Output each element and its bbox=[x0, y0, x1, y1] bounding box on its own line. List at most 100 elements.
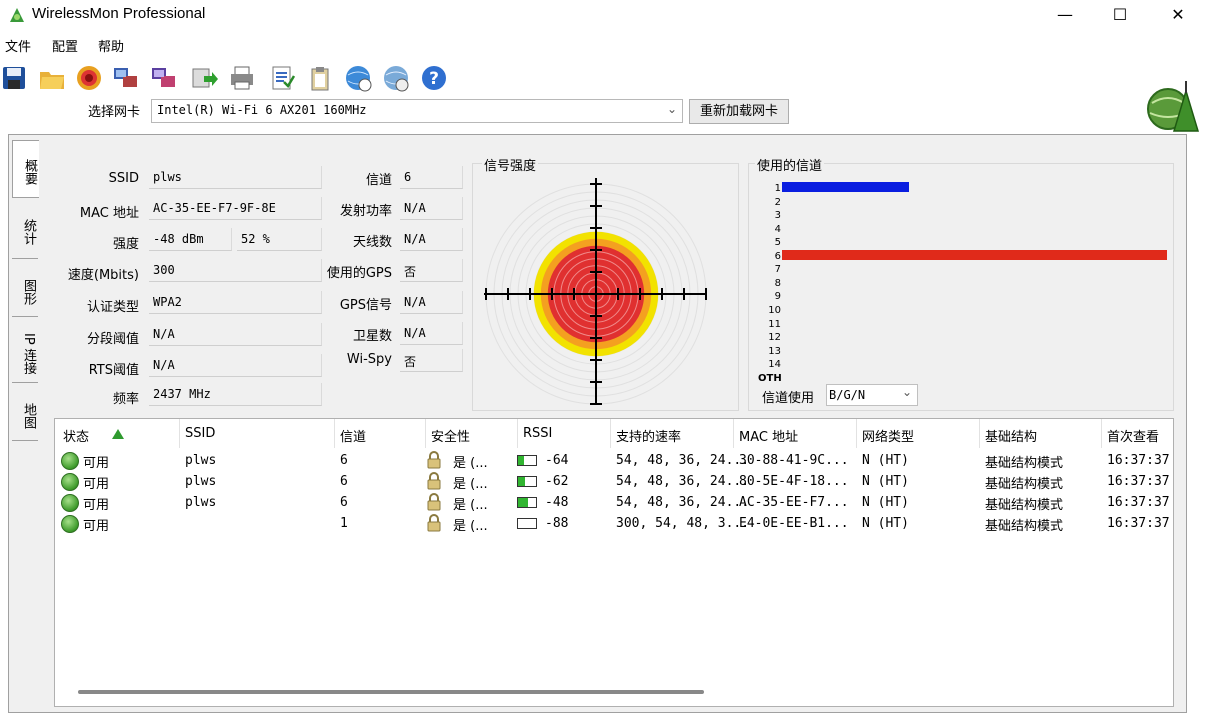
tab-ip-connection[interactable]: IP 连接 bbox=[12, 320, 38, 383]
info-value-text-3: 300 bbox=[153, 263, 175, 277]
column-header-2[interactable]: 信道 bbox=[340, 426, 366, 445]
row-infrastructure: 基础结构模式 bbox=[985, 456, 1064, 471]
column-separator bbox=[425, 419, 426, 448]
network-compare-icon[interactable] bbox=[150, 64, 178, 92]
close-button[interactable]: ✕ bbox=[1155, 0, 1201, 30]
info-right-label-6: Wi-Spy bbox=[346, 352, 392, 367]
clipboard-icon[interactable] bbox=[306, 64, 334, 92]
tab-statistics-label: 统计 bbox=[21, 219, 36, 245]
title-bar: WirelessMon Professional — ☐ ✕ bbox=[0, 0, 1210, 30]
rssi-signal-bar bbox=[517, 518, 537, 529]
column-separator bbox=[733, 419, 734, 448]
menu-config[interactable]: 配置 bbox=[52, 36, 78, 55]
info-right-value-6: 否 bbox=[400, 349, 463, 372]
table-row[interactable]: 可用 plws 6 是 (... -64 54, 48, 36, 24... 30-88-4… bbox=[55, 451, 1173, 471]
status-available-icon bbox=[61, 452, 79, 470]
tab-overview-label: 概要 bbox=[22, 159, 37, 185]
info-label-7: 频率 bbox=[112, 392, 139, 407]
info-right-value-text-1: N/A bbox=[404, 201, 426, 215]
row-channel: 6 bbox=[340, 453, 348, 468]
info-right-value-text-0: 6 bbox=[404, 170, 412, 184]
reload-card-button[interactable]: 重新加载网卡 bbox=[689, 99, 789, 124]
card-select-value: Intel(R) Wi-Fi 6 AX201 160MHz bbox=[157, 103, 367, 117]
tab-map[interactable]: 地图 bbox=[12, 386, 38, 441]
print-icon[interactable] bbox=[228, 64, 256, 92]
channel-label-6: 6 bbox=[774, 250, 781, 262]
menu-help[interactable]: 帮助 bbox=[98, 36, 124, 55]
tab-overview[interactable]: 概要 bbox=[12, 140, 39, 198]
channel-usage-panel bbox=[748, 163, 1174, 411]
minimize-button[interactable]: — bbox=[1042, 0, 1088, 30]
sort-ascending-icon[interactable] bbox=[111, 428, 125, 440]
tab-map-label: 地图 bbox=[21, 403, 36, 429]
save-icon[interactable] bbox=[0, 64, 28, 92]
report-icon[interactable] bbox=[268, 64, 296, 92]
help-icon[interactable]: ? bbox=[420, 64, 448, 92]
column-header-3[interactable]: 安全性 bbox=[431, 426, 470, 445]
column-header-7[interactable]: 网络类型 bbox=[862, 426, 914, 445]
tab-graph[interactable]: 图形 bbox=[12, 262, 38, 317]
row-status: 可用 bbox=[83, 519, 110, 534]
lock-icon bbox=[427, 514, 441, 532]
column-separator bbox=[856, 419, 857, 448]
info-value2-text-2: 52 % bbox=[241, 232, 270, 246]
info-right-label-5: 卫星数 bbox=[352, 329, 392, 344]
lock-icon bbox=[427, 472, 441, 490]
channel-label-12: 12 bbox=[768, 332, 781, 344]
target-icon[interactable] bbox=[75, 64, 103, 92]
table-row[interactable]: 可用 plws 6 是 (... -48 54, 48, 36, 24... AC-35-E… bbox=[55, 493, 1173, 513]
network-adapter-icon[interactable] bbox=[112, 64, 140, 92]
info-right-label-4: GPS信号 bbox=[339, 298, 392, 313]
wirelessmon-logo-icon bbox=[1147, 81, 1200, 132]
menu-file[interactable]: 文件 bbox=[5, 36, 31, 55]
status-available-icon bbox=[61, 494, 79, 512]
card-select-dropdown[interactable]: Intel(R) Wi-Fi 6 AX201 160MHz ⌄ bbox=[151, 99, 683, 123]
info-label-4: 认证类型 bbox=[86, 300, 139, 315]
rssi-signal-bar bbox=[517, 455, 537, 466]
channel-label-OTH: OTH bbox=[758, 372, 782, 384]
channel-label-10: 10 bbox=[768, 304, 781, 316]
column-header-5[interactable]: 支持的速率 bbox=[616, 426, 681, 445]
rssi-signal-fill bbox=[518, 498, 528, 507]
globe-refresh-icon[interactable] bbox=[382, 64, 410, 92]
network-list[interactable]: 状态 SSID 信道 安全性 RSSI 支持的速率 MAC 地址 网络类型 基础结构 首次查看 可… bbox=[54, 418, 1174, 707]
info-value-text-0: plws bbox=[153, 170, 182, 184]
row-rssi: -48 bbox=[545, 495, 569, 510]
horizontal-scrollbar[interactable] bbox=[78, 690, 704, 694]
tab-statistics[interactable]: 统计 bbox=[12, 200, 38, 259]
column-separator bbox=[334, 419, 335, 448]
status-available-icon bbox=[61, 515, 79, 533]
channel-label-1: 1 bbox=[774, 183, 781, 194]
maximize-button[interactable]: ☐ bbox=[1097, 0, 1143, 30]
channel-label-5: 5 bbox=[774, 237, 781, 249]
column-header-6[interactable]: MAC 地址 bbox=[739, 426, 798, 445]
column-header-8[interactable]: 基础结构 bbox=[985, 426, 1037, 445]
column-header-0[interactable]: 状态 bbox=[63, 426, 89, 445]
channel-use-dropdown[interactable]: B/G/N ⌄ bbox=[826, 384, 918, 406]
info-right-value-4: N/A bbox=[400, 291, 463, 314]
info-value-text-5: N/A bbox=[153, 327, 175, 341]
channel-label-2: 2 bbox=[774, 196, 781, 208]
column-header-9[interactable]: 首次查看 bbox=[1107, 426, 1159, 445]
column-header-4[interactable]: RSSI bbox=[523, 426, 552, 441]
open-folder-icon[interactable] bbox=[38, 64, 66, 92]
row-infrastructure: 基础结构模式 bbox=[985, 498, 1064, 513]
row-first-seen: 16:37:37 bbox=[1107, 453, 1170, 468]
row-first-seen: 16:37:37 bbox=[1107, 495, 1170, 510]
row-mac: 80-5E-4F-18... bbox=[739, 474, 849, 489]
channel-usage-title: 使用的信道 bbox=[755, 155, 825, 174]
window-title: WirelessMon Professional bbox=[32, 5, 206, 22]
export-icon[interactable] bbox=[190, 64, 218, 92]
row-infrastructure: 基础结构模式 bbox=[985, 519, 1064, 534]
table-row[interactable]: 可用 1 是 (... -88 300, 54, 48, 3... E4-0E-EE-B1… bbox=[55, 514, 1173, 534]
globe-info-icon[interactable] bbox=[344, 64, 372, 92]
table-row[interactable]: 可用 plws 6 是 (... -62 54, 48, 36, 24... 80-5E-4… bbox=[55, 472, 1173, 492]
chevron-down-icon: ⌄ bbox=[901, 385, 912, 399]
column-header-1[interactable]: SSID bbox=[185, 426, 215, 441]
row-rates: 54, 48, 36, 24... bbox=[616, 495, 750, 510]
row-channel: 1 bbox=[340, 516, 348, 531]
info-value-text-1: AC-35-EE-F7-9F-8E bbox=[153, 201, 276, 215]
info-right-value-3: 否 bbox=[400, 259, 463, 282]
info-right-label-3: 使用的GPS bbox=[326, 266, 392, 281]
info-value-2: -48 dBm bbox=[149, 228, 232, 251]
